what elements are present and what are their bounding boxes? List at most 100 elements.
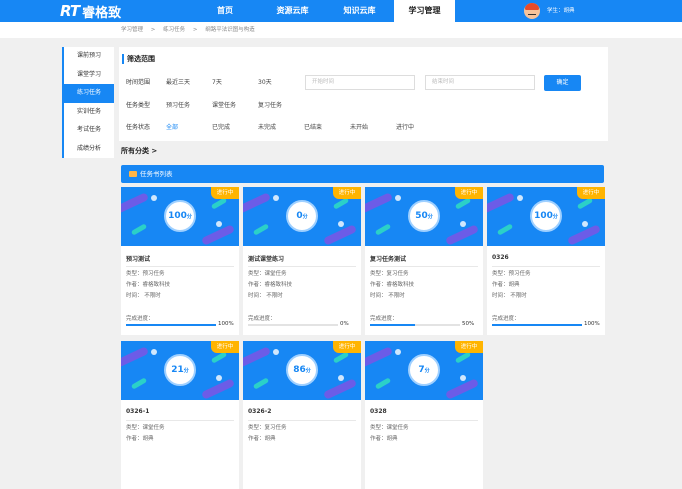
filter-panel: 筛选范围 时间范围 最近三天 7天 30天 开始时间 结束时间 确定 任务类型 … xyxy=(119,47,608,141)
card-cover[interactable]: 进行中 50分 xyxy=(365,187,483,246)
card-title[interactable]: 0326-1 xyxy=(126,408,149,415)
nav-home[interactable]: 首页 xyxy=(200,0,250,22)
decoration-shape xyxy=(365,192,394,214)
progress-bar xyxy=(370,324,460,326)
status-badge: 进行中 xyxy=(455,341,483,353)
score-unit: 分 xyxy=(305,368,311,374)
decoration-shape xyxy=(444,224,480,246)
progress-value: 100% xyxy=(218,321,234,327)
decoration-shape xyxy=(332,197,350,210)
decoration-shape xyxy=(243,192,272,214)
task-card[interactable]: 进行中 7分 0328 类型：课堂任务 作者：胡典 xyxy=(365,341,483,489)
decoration-shape xyxy=(496,223,514,236)
status-badge: 进行中 xyxy=(333,341,361,353)
breadcrumb-item[interactable]: 练习任务 xyxy=(163,27,185,33)
breadcrumb-item[interactable]: 学习管理 xyxy=(121,27,143,33)
task-card[interactable]: 进行中 86分 0326-2 类型：复习任务 作者：胡典 xyxy=(243,341,361,489)
card-title[interactable]: 预习测试 xyxy=(126,254,150,263)
card-title[interactable]: 0326 xyxy=(492,254,509,261)
type-option-preview[interactable]: 预习任务 xyxy=(166,101,190,111)
sidebar-item-grades[interactable]: 成绩分析 xyxy=(62,139,114,158)
type-option-classroom[interactable]: 课堂任务 xyxy=(212,101,236,111)
time-option-30days[interactable]: 30天 xyxy=(258,78,272,88)
score-value: 21 xyxy=(171,365,184,375)
progress-label: 完成进度： xyxy=(370,316,398,322)
score-unit: 分 xyxy=(424,368,430,374)
sidebar-item-exam[interactable]: 考试任务 xyxy=(62,121,114,140)
divider xyxy=(492,266,600,267)
sidebar: 课前预习 课堂学习 练习任务 实训任务 考试任务 成绩分析 xyxy=(62,47,114,158)
confirm-button[interactable]: 确定 xyxy=(544,75,581,91)
card-cover[interactable]: 进行中 86分 xyxy=(243,341,361,400)
breadcrumb-separator: > xyxy=(150,27,156,33)
time-option-7days[interactable]: 7天 xyxy=(212,78,222,88)
task-card[interactable]: 进行中 21分 0326-1 类型：课堂任务 作者：胡典 xyxy=(121,341,239,489)
progress-bar xyxy=(126,324,216,326)
card-title[interactable]: 0326-2 xyxy=(248,408,271,415)
card-title[interactable]: 测试课堂练习 xyxy=(248,254,284,263)
status-option-in-progress[interactable]: 进行中 xyxy=(396,123,414,133)
divider xyxy=(370,420,478,421)
decoration-shape xyxy=(252,377,270,390)
logo-rt: RT xyxy=(60,2,80,20)
logo[interactable]: RT 睿格致 xyxy=(60,2,121,21)
divider xyxy=(248,420,356,421)
progress-value: 50% xyxy=(462,321,475,327)
decoration-dot xyxy=(582,221,588,227)
card-cover[interactable]: 进行中 0分 xyxy=(243,187,361,246)
score-value: 50 xyxy=(415,211,428,221)
time-option-3days[interactable]: 最近三天 xyxy=(166,78,190,88)
decoration-shape xyxy=(243,346,272,368)
end-time-input[interactable]: 结束时间 xyxy=(425,75,535,90)
card-author: 作者：睿格致科技 xyxy=(248,282,293,288)
time-range-label: 时间范围 xyxy=(126,79,151,86)
breadcrumb: 学习管理 > 练习任务 > 纲路平法识图与构造 xyxy=(0,22,682,38)
card-author: 作者：胡典 xyxy=(248,436,276,442)
score-unit: 分 xyxy=(186,214,192,220)
task-card[interactable]: 进行中 50分 复习任务测试 类型：复习任务 作者：睿格致科技 时间： 不限时 完… xyxy=(365,187,483,335)
card-cover[interactable]: 进行中 100分 xyxy=(487,187,605,246)
card-author: 作者：胡典 xyxy=(492,282,520,288)
card-cover[interactable]: 进行中 7分 xyxy=(365,341,483,400)
card-cover[interactable]: 进行中 100分 xyxy=(121,187,239,246)
card-title[interactable]: 0328 xyxy=(370,408,387,415)
task-card[interactable]: 进行中 100分 0326 类型：预习任务 作者：胡典 时间： 不限时 完成进度：… xyxy=(487,187,605,335)
decoration-dot xyxy=(460,375,466,381)
card-cover[interactable]: 进行中 21分 xyxy=(121,341,239,400)
status-option-incomplete[interactable]: 未完成 xyxy=(258,123,276,133)
sidebar-item-preview[interactable]: 课前预习 xyxy=(62,47,114,66)
divider xyxy=(126,420,234,421)
status-option-completed[interactable]: 已完成 xyxy=(212,123,230,133)
card-type: 类型：课堂任务 xyxy=(248,271,287,277)
card-title[interactable]: 复习任务测试 xyxy=(370,254,406,263)
card-type: 类型：复习任务 xyxy=(370,271,409,277)
card-time: 时间： 不限时 xyxy=(248,293,283,299)
card-time: 时间： 不限时 xyxy=(126,293,161,299)
sidebar-item-classroom[interactable]: 课堂学习 xyxy=(62,65,114,84)
status-option-ended[interactable]: 已结束 xyxy=(304,123,322,133)
card-author: 作者：胡典 xyxy=(370,436,398,442)
sidebar-item-practice[interactable]: 练习任务 xyxy=(62,84,114,103)
task-card[interactable]: 进行中 100分 预习测试 类型：预习任务 作者：睿格致科技 时间： 不限时 完成… xyxy=(121,187,239,335)
decoration-shape xyxy=(487,192,516,214)
card-author: 作者：胡典 xyxy=(126,436,154,442)
all-categories-link[interactable]: 所有分类 > xyxy=(121,146,157,156)
nav-learning-management[interactable]: 学习管理 xyxy=(394,0,455,22)
avatar[interactable] xyxy=(524,3,540,19)
progress-value: 100% xyxy=(584,321,600,327)
decoration-shape xyxy=(252,223,270,236)
decoration-dot xyxy=(151,195,157,201)
task-type-label: 任务类型 xyxy=(126,102,151,109)
status-option-all[interactable]: 全部 xyxy=(166,123,178,133)
task-card[interactable]: 进行中 0分 测试课堂练习 类型：课堂任务 作者：睿格致科技 时间： 不限时 完成… xyxy=(243,187,361,335)
progress-fill xyxy=(126,324,216,326)
nav-knowledge-library[interactable]: 知识云库 xyxy=(332,0,387,22)
type-option-review[interactable]: 复习任务 xyxy=(258,101,282,111)
nav-resource-library[interactable]: 资源云库 xyxy=(265,0,320,22)
decoration-dot xyxy=(395,195,401,201)
progress-value: 0% xyxy=(340,321,349,327)
start-time-input[interactable]: 开始时间 xyxy=(305,75,415,90)
status-option-not-started[interactable]: 未开始 xyxy=(350,123,368,133)
sidebar-item-training[interactable]: 实训任务 xyxy=(62,102,114,121)
user-name[interactable]: 学生：胡典 xyxy=(547,0,575,22)
